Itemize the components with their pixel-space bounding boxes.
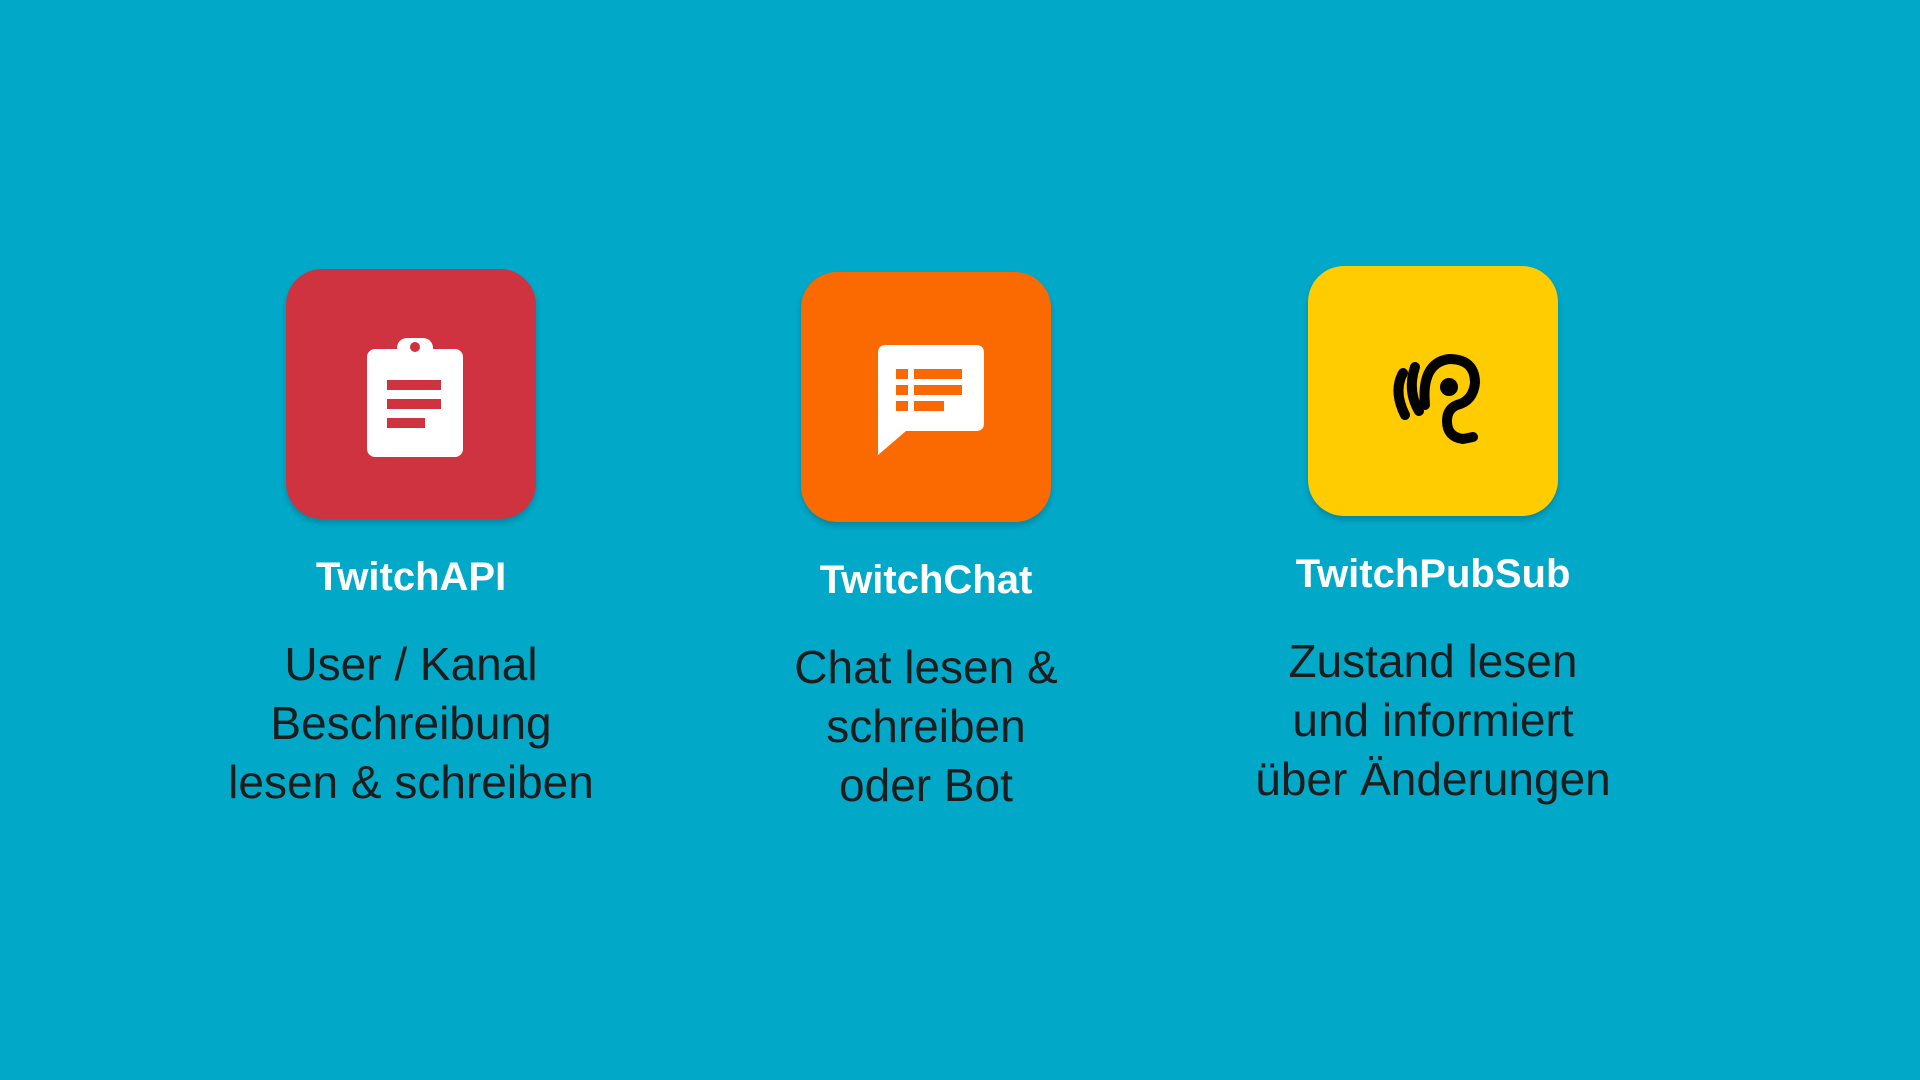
card-twitch-pubsub: TwitchPubSub Zustand lesen und informier… <box>1183 266 1683 809</box>
twitch-chat-tile <box>801 272 1051 522</box>
description-line: Chat lesen & <box>794 641 1058 693</box>
twitch-api-tile <box>286 269 536 519</box>
description-line: und informiert <box>1292 694 1574 746</box>
card-description: Zustand lesen und informiert über Änderu… <box>1255 632 1611 809</box>
description-line: Zustand lesen <box>1288 635 1578 687</box>
chat-message-icon <box>856 327 996 467</box>
description-line: schreiben <box>826 700 1026 752</box>
description-line: lesen & schreiben <box>228 756 594 808</box>
description-line: User / Kanal <box>284 638 538 690</box>
card-twitch-api: TwitchAPI User / Kanal Beschreibung lese… <box>161 269 661 812</box>
description-line: oder Bot <box>839 759 1013 811</box>
card-twitch-chat: TwitchChat Chat lesen & schreiben oder B… <box>676 272 1176 815</box>
description-line: Beschreibung <box>270 697 552 749</box>
card-title: TwitchPubSub <box>1295 552 1571 596</box>
card-title: TwitchAPI <box>315 555 507 599</box>
twitch-pubsub-tile <box>1308 266 1558 516</box>
card-title: TwitchChat <box>819 558 1033 602</box>
description-line: über Änderungen <box>1255 753 1611 805</box>
card-description: User / Kanal Beschreibung lesen & schrei… <box>228 635 594 812</box>
ear-listening-icon <box>1363 321 1503 461</box>
clipboard-list-icon <box>341 324 481 464</box>
card-description: Chat lesen & schreiben oder Bot <box>794 638 1057 815</box>
